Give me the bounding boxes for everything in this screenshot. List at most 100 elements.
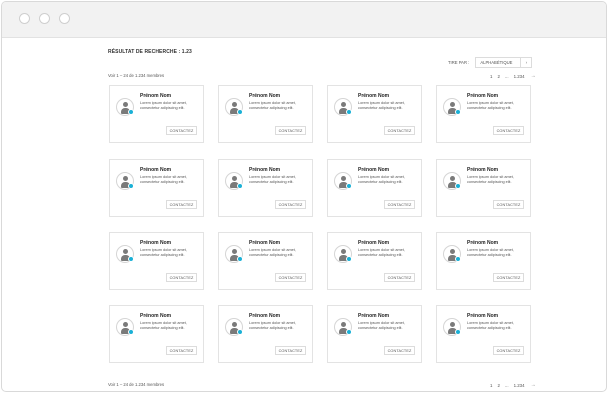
member-card: Prénom Nom Lorem ipsum dolor sit amet, co… bbox=[436, 232, 531, 290]
status-online-icon bbox=[455, 256, 461, 262]
contact-button[interactable]: CONTACTEZ bbox=[493, 126, 524, 135]
window-close-control[interactable] bbox=[19, 13, 30, 24]
contact-button[interactable]: CONTACTEZ bbox=[275, 126, 306, 135]
member-name[interactable]: Prénom Nom bbox=[358, 93, 389, 99]
contact-button[interactable]: CONTACTEZ bbox=[384, 126, 415, 135]
sort-select[interactable]: ALPHABÉTIQUE bbox=[475, 56, 522, 68]
user-icon bbox=[450, 102, 455, 107]
contact-button[interactable]: CONTACTEZ bbox=[493, 273, 524, 282]
member-name[interactable]: Prénom Nom bbox=[249, 167, 280, 173]
contact-button[interactable]: CONTACTEZ bbox=[493, 200, 524, 209]
status-online-icon bbox=[128, 109, 134, 115]
status-online-icon bbox=[128, 183, 134, 189]
status-online-icon bbox=[237, 109, 243, 115]
pagination-top: 1 2 ... 1.234 → bbox=[490, 73, 536, 79]
user-icon bbox=[232, 176, 237, 181]
user-icon bbox=[232, 102, 237, 107]
next-arrow-icon[interactable]: → bbox=[531, 73, 536, 79]
member-count-top: Voir 1 – 24 de 1.234 membres bbox=[108, 73, 165, 78]
status-online-icon bbox=[455, 329, 461, 335]
user-icon bbox=[123, 176, 128, 181]
sort-dropdown-button[interactable]: › bbox=[521, 56, 533, 68]
pagination-bottom: 1 2 ... 1.234 → bbox=[490, 382, 536, 388]
member-description: Lorem ipsum dolor sit amet, consectetur … bbox=[140, 248, 187, 257]
status-online-icon bbox=[128, 256, 134, 262]
member-name[interactable]: Prénom Nom bbox=[140, 167, 171, 173]
page-link-1[interactable]: 1 bbox=[490, 383, 492, 388]
contact-button[interactable]: CONTACTEZ bbox=[384, 346, 415, 355]
member-card: Prénom Nom Lorem ipsum dolor sit amet, co… bbox=[109, 305, 204, 363]
contact-button[interactable]: CONTACTEZ bbox=[166, 346, 197, 355]
member-name[interactable]: Prénom Nom bbox=[249, 313, 280, 319]
user-icon bbox=[232, 249, 237, 254]
status-online-icon bbox=[237, 329, 243, 335]
contact-button[interactable]: CONTACTEZ bbox=[384, 200, 415, 209]
status-online-icon bbox=[346, 183, 352, 189]
next-arrow-icon[interactable]: → bbox=[531, 382, 536, 388]
status-online-icon bbox=[237, 256, 243, 262]
browser-window: RÉSULTAT DE RECHERCHE : 1.23 TIRE PAR : … bbox=[1, 1, 607, 392]
contact-button[interactable]: CONTACTEZ bbox=[275, 200, 306, 209]
member-count-bottom: Voir 1 – 24 de 1.234 membres bbox=[108, 382, 165, 387]
member-name[interactable]: Prénom Nom bbox=[140, 240, 171, 246]
member-name[interactable]: Prénom Nom bbox=[249, 240, 280, 246]
page-ellipsis: ... bbox=[504, 73, 509, 79]
user-icon bbox=[341, 176, 346, 181]
contact-button[interactable]: CONTACTEZ bbox=[384, 273, 415, 282]
page-ellipsis: ... bbox=[504, 382, 509, 388]
status-online-icon bbox=[346, 329, 352, 335]
user-icon bbox=[123, 249, 128, 254]
member-description: Lorem ipsum dolor sit amet, consectetur … bbox=[140, 101, 187, 110]
member-description: Lorem ipsum dolor sit amet, consectetur … bbox=[249, 248, 296, 257]
member-card: Prénom Nom Lorem ipsum dolor sit amet, co… bbox=[109, 85, 204, 143]
contact-button[interactable]: CONTACTEZ bbox=[275, 273, 306, 282]
window-maximize-control[interactable] bbox=[59, 13, 70, 24]
member-description: Lorem ipsum dolor sit amet, consectetur … bbox=[249, 321, 296, 330]
member-name[interactable]: Prénom Nom bbox=[249, 93, 280, 99]
member-description: Lorem ipsum dolor sit amet, consectetur … bbox=[358, 175, 405, 184]
member-description: Lorem ipsum dolor sit amet, consectetur … bbox=[249, 101, 296, 110]
member-description: Lorem ipsum dolor sit amet, consectetur … bbox=[358, 321, 405, 330]
member-card: Prénom Nom Lorem ipsum dolor sit amet, co… bbox=[327, 85, 422, 143]
user-icon bbox=[232, 322, 237, 327]
member-card: Prénom Nom Lorem ipsum dolor sit amet, co… bbox=[218, 159, 313, 217]
member-name[interactable]: Prénom Nom bbox=[467, 93, 498, 99]
member-name[interactable]: Prénom Nom bbox=[140, 313, 171, 319]
page-link-2[interactable]: 2 bbox=[497, 383, 499, 388]
member-name[interactable]: Prénom Nom bbox=[467, 240, 498, 246]
member-card: Prénom Nom Lorem ipsum dolor sit amet, co… bbox=[327, 232, 422, 290]
sort-control: TIRE PAR : ALPHABÉTIQUE › bbox=[448, 56, 533, 68]
member-name[interactable]: Prénom Nom bbox=[467, 313, 498, 319]
member-card: Prénom Nom Lorem ipsum dolor sit amet, co… bbox=[436, 159, 531, 217]
user-icon bbox=[341, 102, 346, 107]
user-icon bbox=[341, 249, 346, 254]
member-description: Lorem ipsum dolor sit amet, consectetur … bbox=[358, 101, 405, 110]
window-minimize-control[interactable] bbox=[39, 13, 50, 24]
contact-button[interactable]: CONTACTEZ bbox=[275, 346, 306, 355]
page-link-last[interactable]: 1.234 bbox=[514, 74, 525, 79]
member-card: Prénom Nom Lorem ipsum dolor sit amet, co… bbox=[327, 305, 422, 363]
chevron-down-icon: › bbox=[525, 59, 528, 65]
status-online-icon bbox=[455, 183, 461, 189]
sort-label: TIRE PAR : bbox=[448, 59, 470, 65]
member-name[interactable]: Prénom Nom bbox=[358, 167, 389, 173]
result-title: RÉSULTAT DE RECHERCHE : 1.23 bbox=[108, 49, 192, 55]
page-link-last[interactable]: 1.234 bbox=[514, 383, 525, 388]
member-description: Lorem ipsum dolor sit amet, consectetur … bbox=[249, 175, 296, 184]
member-name[interactable]: Prénom Nom bbox=[358, 240, 389, 246]
status-online-icon bbox=[128, 329, 134, 335]
member-description: Lorem ipsum dolor sit amet, consectetur … bbox=[467, 101, 514, 110]
contact-button[interactable]: CONTACTEZ bbox=[166, 273, 197, 282]
user-icon bbox=[123, 102, 128, 107]
member-name[interactable]: Prénom Nom bbox=[358, 313, 389, 319]
member-description: Lorem ipsum dolor sit amet, consectetur … bbox=[358, 248, 405, 257]
contact-button[interactable]: CONTACTEZ bbox=[493, 346, 524, 355]
contact-button[interactable]: CONTACTEZ bbox=[166, 200, 197, 209]
page-link-1[interactable]: 1 bbox=[490, 74, 492, 79]
member-name[interactable]: Prénom Nom bbox=[467, 167, 498, 173]
page-link-2[interactable]: 2 bbox=[497, 74, 499, 79]
member-name[interactable]: Prénom Nom bbox=[140, 93, 171, 99]
contact-button[interactable]: CONTACTEZ bbox=[166, 126, 197, 135]
member-card: Prénom Nom Lorem ipsum dolor sit amet, co… bbox=[218, 305, 313, 363]
status-online-icon bbox=[346, 109, 352, 115]
